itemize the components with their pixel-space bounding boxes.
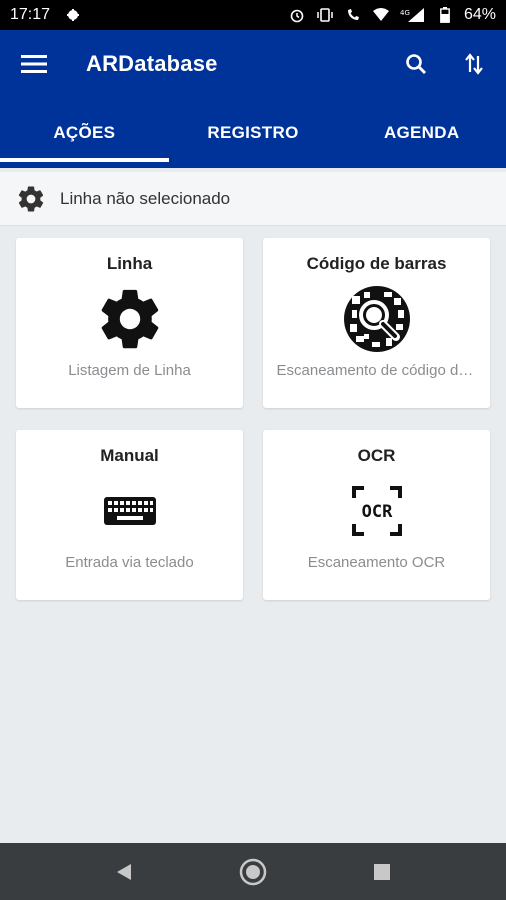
vibrate-icon	[316, 6, 334, 24]
card-subtitle: Escaneamento OCR	[307, 554, 446, 571]
line-selector-label: Linha não selecionado	[60, 188, 231, 208]
hamburger-icon	[21, 55, 47, 73]
card-subtitle: Listagem de Linha	[68, 362, 191, 379]
gear-icon	[95, 276, 165, 362]
search-icon	[406, 54, 427, 75]
menu-button[interactable]	[18, 48, 50, 80]
signal-icon: 4G	[400, 6, 426, 24]
home-icon	[239, 858, 267, 885]
card-codigo-de-barras[interactable]: Código de barras Escaneamento de código …	[263, 238, 490, 408]
card-title: Linha	[106, 254, 153, 273]
android-icon	[64, 6, 82, 24]
tab-agenda[interactable]: AGENDA	[337, 98, 506, 168]
wifi-call-icon	[344, 6, 362, 24]
signal-type-label: 4G	[400, 9, 410, 17]
card-manual[interactable]: Manual Entrada via teclado	[16, 430, 243, 600]
ocr-icon: OCR	[351, 468, 402, 554]
wifi-icon	[372, 6, 390, 24]
tab-acoes[interactable]: AÇÕES	[0, 98, 169, 168]
status-time: 17:17	[10, 6, 51, 23]
card-ocr[interactable]: OCR OCR Escaneamento OCR	[263, 430, 490, 600]
card-linha[interactable]: Linha Listagem de Linha	[16, 238, 243, 408]
search-button[interactable]	[402, 50, 430, 78]
gear-icon	[18, 186, 44, 212]
app-bar: ARDatabase AÇÕES REGISTRO AGENDA	[0, 30, 506, 168]
back-button[interactable]	[104, 852, 144, 892]
swap-vertical-icon	[465, 53, 483, 75]
app-title: ARDatabase	[86, 51, 218, 76]
battery-icon	[436, 6, 454, 24]
card-subtitle: Escaneamento de código de barras	[276, 362, 477, 379]
recents-icon	[373, 863, 390, 880]
tab-registro[interactable]: REGISTRO	[169, 98, 338, 168]
barcode-scan-icon	[342, 276, 412, 362]
svg-text:OCR: OCR	[361, 502, 392, 522]
toolbar: ARDatabase	[0, 30, 506, 98]
back-icon	[117, 863, 132, 880]
recents-button[interactable]	[362, 852, 402, 892]
alarm-icon	[288, 6, 306, 24]
battery-level: 64%	[463, 6, 496, 23]
line-selector[interactable]: Linha não selecionado	[0, 172, 506, 226]
system-nav-bar	[0, 843, 506, 900]
status-bar: 17:17 4G 64%	[0, 0, 506, 30]
card-title: OCR	[357, 446, 396, 465]
sort-button[interactable]	[460, 50, 488, 78]
keyboard-icon	[103, 468, 157, 554]
card-title: Código de barras	[306, 254, 447, 273]
home-button[interactable]	[233, 852, 273, 892]
actions-grid: Linha Listagem de Linha Código de barras	[16, 238, 490, 600]
card-subtitle: Entrada via teclado	[65, 554, 194, 571]
card-title: Manual	[100, 446, 159, 465]
tab-bar: AÇÕES REGISTRO AGENDA	[0, 98, 506, 168]
